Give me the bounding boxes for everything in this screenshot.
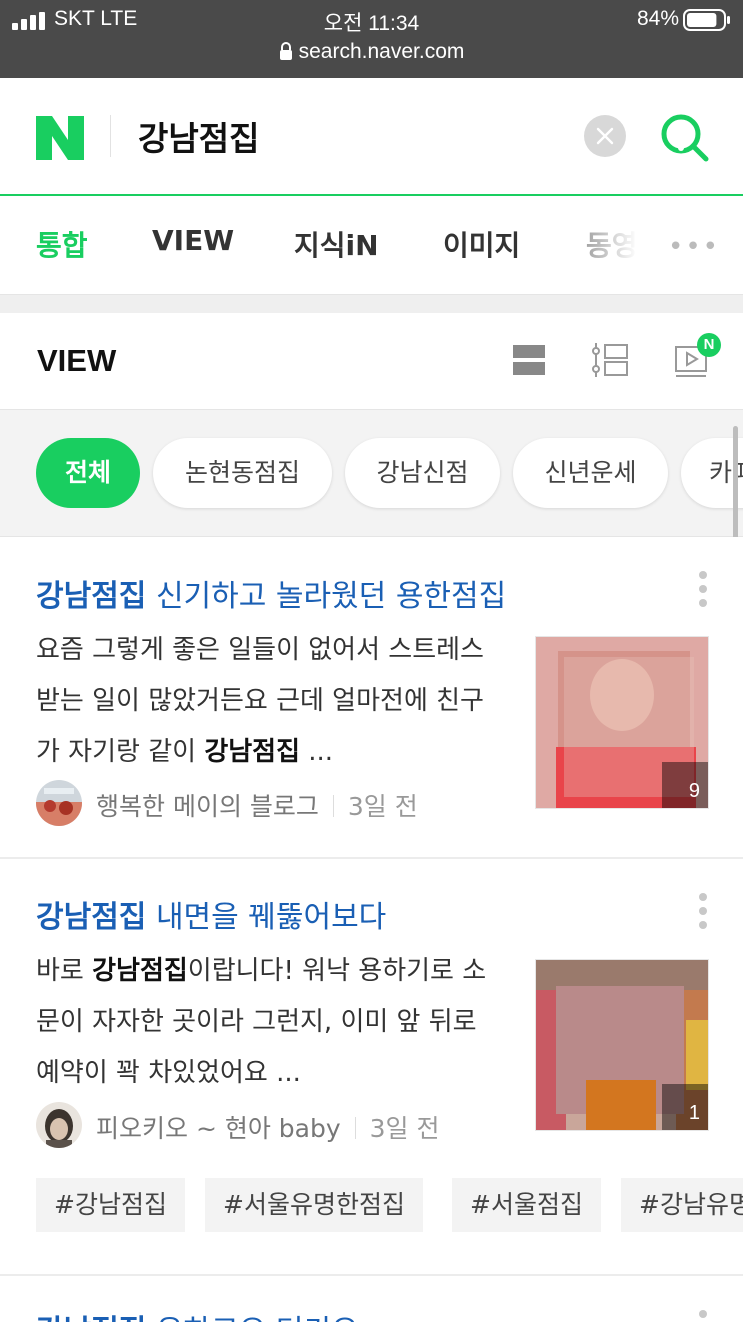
more-options-icon[interactable] — [697, 893, 709, 935]
tab-fade — [570, 196, 660, 294]
clear-button[interactable] — [584, 115, 626, 157]
hashtag[interactable]: #강남점집 — [36, 1178, 185, 1232]
hashtag[interactable]: #서울유명한점집 — [205, 1178, 423, 1232]
result-source[interactable]: 피오키오 ~ 현아 baby 3일 전 — [96, 1109, 440, 1145]
more-options-icon[interactable] — [697, 1310, 709, 1322]
result-thumbnail[interactable]: 1 — [535, 959, 709, 1131]
section-gap — [0, 295, 743, 313]
search-tabs: 통합 VIEW 지식iN 이미지 동영 ••• — [0, 196, 743, 295]
tab-kin[interactable]: 지식iN — [294, 224, 379, 264]
result-description[interactable]: 요즘 그렇게 좋은 일들이 없어서 스트레스 받는 일이 많았거든요 근데 얼마… — [36, 625, 506, 778]
view-section-header: VIEW N — [0, 313, 743, 410]
tab-all[interactable]: 통합 — [36, 224, 88, 264]
naver-logo-icon[interactable] — [36, 116, 84, 160]
clock: 오전 11:34 — [323, 12, 420, 35]
hashtag[interactable]: #강남유명 — [621, 1178, 743, 1232]
result-description[interactable]: 바로 강남점집이랍니다! 워낙 용하기로 소문이 자자한 곳이라 그런지, 이미… — [36, 946, 506, 1099]
result-date: 3일 전 — [347, 792, 418, 821]
search-icon[interactable] — [659, 112, 711, 164]
avatar-image — [36, 1102, 82, 1148]
photo-count: 1 — [662, 1084, 708, 1130]
section-title: VIEW — [37, 343, 117, 378]
lock-icon — [279, 42, 292, 60]
filter-chips: 전체 논현동점집 강남신점 신년운세 카페 — [0, 410, 743, 537]
result-title[interactable]: 강남점집 신기하고 놀라웠던 용한점집 — [36, 571, 506, 615]
result-item-1: 강남점집 신기하고 놀라웠던 용한점집 요즘 그렇게 좋은 일들이 없어서 스트… — [0, 537, 743, 857]
avatar[interactable] — [36, 780, 82, 826]
result-thumbnail[interactable]: 9 — [535, 636, 709, 809]
battery-percent: 84% — [636, 7, 679, 30]
avatar[interactable] — [36, 1102, 82, 1148]
result-title[interactable]: 강남점집 유하고요 터키오 — [36, 1306, 359, 1322]
chip-new-year[interactable]: 신년운세 — [513, 438, 668, 508]
result-title[interactable]: 강남점집 내면을 꿰뚫어보다 — [36, 892, 386, 936]
search-header: 강남점집 — [0, 78, 743, 196]
more-tabs-button[interactable]: ••• — [668, 232, 720, 262]
tab-image[interactable]: 이미지 — [443, 224, 520, 264]
hashtag[interactable]: #서울점집 — [452, 1178, 601, 1232]
result-item-3: 강남점집 유하고요 터키오 — [0, 1276, 743, 1322]
chip-all[interactable]: 전체 — [36, 438, 140, 508]
tab-view[interactable]: VIEW — [152, 224, 234, 257]
result-date: 3일 전 — [369, 1114, 440, 1143]
url-bar[interactable]: search.naver.com — [0, 40, 743, 64]
battery-icon — [683, 9, 730, 31]
url-text: search.naver.com — [298, 40, 465, 63]
new-badge: N — [697, 333, 721, 357]
chip-nonhyeon[interactable]: 논현동점집 — [153, 438, 332, 508]
list-view-icon[interactable] — [513, 343, 547, 377]
detail-view-icon[interactable] — [591, 343, 629, 377]
search-input[interactable]: 강남점집 — [138, 112, 259, 160]
result-source[interactable]: 행복한 메이의 블로그 3일 전 — [96, 787, 418, 823]
chip-gangnam-sinjeom[interactable]: 강남신점 — [345, 438, 500, 508]
photo-count: 9 — [662, 762, 708, 808]
avatar-image — [36, 780, 82, 826]
close-icon — [596, 127, 614, 145]
scrollbar[interactable] — [733, 426, 738, 540]
more-options-icon[interactable] — [697, 571, 709, 613]
status-bar: SKT LTE 오전 11:34 84% search.naver.com — [0, 0, 743, 78]
logo-divider — [110, 115, 111, 157]
